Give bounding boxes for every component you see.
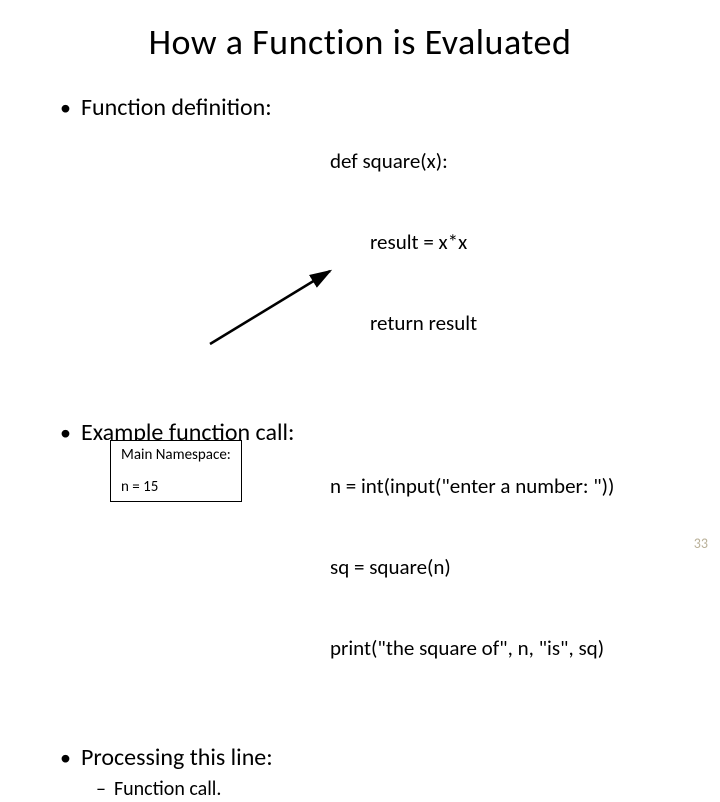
slide-title: How a Function is Evaluated [0, 20, 720, 64]
code-call: n = int(input("enter a number: ")) sq = … [330, 419, 614, 716]
row-processing: • Processing this line: [60, 744, 670, 772]
code-def-line2: result = x*x [330, 229, 477, 256]
bullet-dot-icon: • [60, 419, 71, 447]
namespace-box: Main Namespace: n = 15 [110, 440, 242, 502]
dash-icon: – [96, 776, 106, 802]
content-area: • Function definition: def square(x): re… [0, 94, 720, 802]
namespace-header: Main Namespace: [121, 446, 231, 464]
row-definition: • Function definition: def square(x): re… [60, 94, 670, 391]
bullet-definition-text: Function definition: [81, 94, 272, 122]
code-def-line3: return result [330, 310, 477, 337]
page-number: 33 [694, 535, 708, 552]
bullet-dot-icon: • [60, 94, 71, 122]
bullet-definition: • Function definition: [60, 94, 330, 122]
namespace-value: n = 15 [121, 478, 231, 496]
sub-bullet-function-call: – Function call. [96, 776, 670, 802]
code-def-line1: def square(x): [330, 148, 477, 175]
code-definition: def square(x): result = x*x return resul… [330, 94, 477, 391]
bullet-processing-text: Processing this line: [81, 744, 273, 772]
code-call-line1: n = int(input("enter a number: ")) [330, 473, 614, 500]
sub-bullet-text: Function call. [114, 776, 221, 802]
code-call-line3: print("the square of", n, "is", sq) [330, 635, 614, 662]
bullet-dot-icon: • [60, 744, 71, 772]
bullet-processing: • Processing this line: [60, 744, 330, 772]
code-call-line2: sq = square(n) [330, 554, 614, 581]
